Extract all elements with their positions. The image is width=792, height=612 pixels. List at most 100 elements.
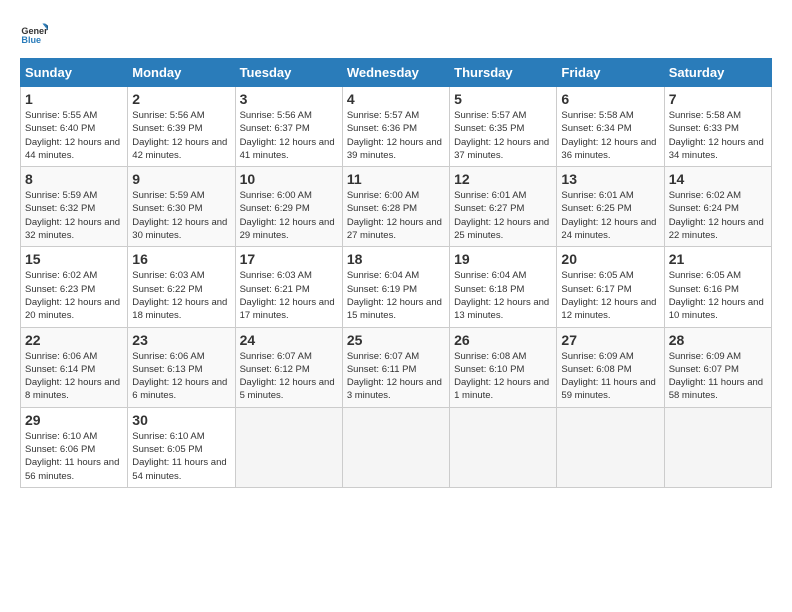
calendar-cell — [557, 407, 664, 487]
cell-content: Sunrise: 6:06 AM Sunset: 6:14 PM Dayligh… — [25, 350, 123, 403]
sunset-label: Sunset: 6:19 PM — [347, 284, 417, 295]
daylight-label: Daylight: 12 hours and 29 minutes. — [240, 217, 335, 241]
sunrise-label: Sunrise: 6:04 AM — [347, 270, 419, 281]
cell-content: Sunrise: 5:58 AM Sunset: 6:33 PM Dayligh… — [669, 109, 767, 162]
daylight-label: Daylight: 12 hours and 10 minutes. — [669, 297, 764, 321]
cell-content: Sunrise: 6:09 AM Sunset: 6:07 PM Dayligh… — [669, 350, 767, 403]
day-number: 7 — [669, 91, 767, 107]
daylight-label: Daylight: 12 hours and 27 minutes. — [347, 217, 442, 241]
sunset-label: Sunset: 6:23 PM — [25, 284, 95, 295]
daylight-label: Daylight: 11 hours and 56 minutes. — [25, 457, 119, 481]
sunset-label: Sunset: 6:25 PM — [561, 203, 631, 214]
calendar-cell — [664, 407, 771, 487]
sunrise-label: Sunrise: 5:57 AM — [454, 110, 526, 121]
sunset-label: Sunset: 6:22 PM — [132, 284, 202, 295]
cell-content: Sunrise: 5:56 AM Sunset: 6:37 PM Dayligh… — [240, 109, 338, 162]
sunset-label: Sunset: 6:12 PM — [240, 364, 310, 375]
day-number: 15 — [25, 251, 123, 267]
calendar-cell: 28 Sunrise: 6:09 AM Sunset: 6:07 PM Dayl… — [664, 327, 771, 407]
sunrise-label: Sunrise: 6:06 AM — [132, 351, 204, 362]
sunset-label: Sunset: 6:40 PM — [25, 123, 95, 134]
cell-content: Sunrise: 6:07 AM Sunset: 6:11 PM Dayligh… — [347, 350, 445, 403]
cell-content: Sunrise: 6:08 AM Sunset: 6:10 PM Dayligh… — [454, 350, 552, 403]
sunset-label: Sunset: 6:37 PM — [240, 123, 310, 134]
day-number: 2 — [132, 91, 230, 107]
calendar-cell: 24 Sunrise: 6:07 AM Sunset: 6:12 PM Dayl… — [235, 327, 342, 407]
sunset-label: Sunset: 6:29 PM — [240, 203, 310, 214]
sunrise-label: Sunrise: 6:04 AM — [454, 270, 526, 281]
calendar-cell: 10 Sunrise: 6:00 AM Sunset: 6:29 PM Dayl… — [235, 167, 342, 247]
sunset-label: Sunset: 6:24 PM — [669, 203, 739, 214]
cell-content: Sunrise: 6:06 AM Sunset: 6:13 PM Dayligh… — [132, 350, 230, 403]
cell-content: Sunrise: 6:00 AM Sunset: 6:28 PM Dayligh… — [347, 189, 445, 242]
daylight-label: Daylight: 12 hours and 13 minutes. — [454, 297, 549, 321]
sunrise-label: Sunrise: 6:08 AM — [454, 351, 526, 362]
sunrise-label: Sunrise: 5:59 AM — [132, 190, 204, 201]
cell-content: Sunrise: 6:05 AM Sunset: 6:17 PM Dayligh… — [561, 269, 659, 322]
sunset-label: Sunset: 6:13 PM — [132, 364, 202, 375]
calendar-table: SundayMondayTuesdayWednesdayThursdayFrid… — [20, 58, 772, 488]
daylight-label: Daylight: 12 hours and 8 minutes. — [25, 377, 120, 401]
sunrise-label: Sunrise: 5:58 AM — [561, 110, 633, 121]
calendar-cell: 5 Sunrise: 5:57 AM Sunset: 6:35 PM Dayli… — [450, 87, 557, 167]
calendar-cell: 14 Sunrise: 6:02 AM Sunset: 6:24 PM Dayl… — [664, 167, 771, 247]
calendar-cell: 19 Sunrise: 6:04 AM Sunset: 6:18 PM Dayl… — [450, 247, 557, 327]
logo: General Blue — [20, 20, 48, 48]
daylight-label: Daylight: 11 hours and 54 minutes. — [132, 457, 226, 481]
cell-content: Sunrise: 6:01 AM Sunset: 6:25 PM Dayligh… — [561, 189, 659, 242]
sunset-label: Sunset: 6:05 PM — [132, 444, 202, 455]
cell-content: Sunrise: 6:02 AM Sunset: 6:23 PM Dayligh… — [25, 269, 123, 322]
daylight-label: Daylight: 12 hours and 1 minute. — [454, 377, 549, 401]
calendar-cell: 16 Sunrise: 6:03 AM Sunset: 6:22 PM Dayl… — [128, 247, 235, 327]
sunrise-label: Sunrise: 6:02 AM — [25, 270, 97, 281]
calendar-cell: 7 Sunrise: 5:58 AM Sunset: 6:33 PM Dayli… — [664, 87, 771, 167]
calendar-cell: 13 Sunrise: 6:01 AM Sunset: 6:25 PM Dayl… — [557, 167, 664, 247]
svg-text:Blue: Blue — [21, 35, 41, 45]
calendar-cell — [235, 407, 342, 487]
calendar-week-row: 22 Sunrise: 6:06 AM Sunset: 6:14 PM Dayl… — [21, 327, 772, 407]
cell-content: Sunrise: 6:03 AM Sunset: 6:21 PM Dayligh… — [240, 269, 338, 322]
calendar-cell: 9 Sunrise: 5:59 AM Sunset: 6:30 PM Dayli… — [128, 167, 235, 247]
day-number: 23 — [132, 332, 230, 348]
sunrise-label: Sunrise: 6:02 AM — [669, 190, 741, 201]
sunset-label: Sunset: 6:36 PM — [347, 123, 417, 134]
cell-content: Sunrise: 5:57 AM Sunset: 6:35 PM Dayligh… — [454, 109, 552, 162]
day-number: 21 — [669, 251, 767, 267]
calendar-cell: 11 Sunrise: 6:00 AM Sunset: 6:28 PM Dayl… — [342, 167, 449, 247]
sunrise-label: Sunrise: 6:03 AM — [132, 270, 204, 281]
sunrise-label: Sunrise: 6:09 AM — [561, 351, 633, 362]
sunset-label: Sunset: 6:32 PM — [25, 203, 95, 214]
day-number: 1 — [25, 91, 123, 107]
sunrise-label: Sunrise: 6:00 AM — [240, 190, 312, 201]
sunset-label: Sunset: 6:30 PM — [132, 203, 202, 214]
cell-content: Sunrise: 5:58 AM Sunset: 6:34 PM Dayligh… — [561, 109, 659, 162]
calendar-cell: 6 Sunrise: 5:58 AM Sunset: 6:34 PM Dayli… — [557, 87, 664, 167]
calendar-cell: 15 Sunrise: 6:02 AM Sunset: 6:23 PM Dayl… — [21, 247, 128, 327]
weekday-header-monday: Monday — [128, 59, 235, 87]
day-number: 22 — [25, 332, 123, 348]
day-number: 20 — [561, 251, 659, 267]
calendar-cell: 21 Sunrise: 6:05 AM Sunset: 6:16 PM Dayl… — [664, 247, 771, 327]
daylight-label: Daylight: 12 hours and 32 minutes. — [25, 217, 120, 241]
daylight-label: Daylight: 11 hours and 58 minutes. — [669, 377, 763, 401]
sunset-label: Sunset: 6:17 PM — [561, 284, 631, 295]
day-number: 9 — [132, 171, 230, 187]
sunset-label: Sunset: 6:18 PM — [454, 284, 524, 295]
daylight-label: Daylight: 12 hours and 24 minutes. — [561, 217, 656, 241]
cell-content: Sunrise: 6:07 AM Sunset: 6:12 PM Dayligh… — [240, 350, 338, 403]
day-number: 6 — [561, 91, 659, 107]
sunrise-label: Sunrise: 6:10 AM — [25, 431, 97, 442]
cell-content: Sunrise: 6:04 AM Sunset: 6:19 PM Dayligh… — [347, 269, 445, 322]
day-number: 11 — [347, 171, 445, 187]
sunset-label: Sunset: 6:34 PM — [561, 123, 631, 134]
calendar-week-row: 8 Sunrise: 5:59 AM Sunset: 6:32 PM Dayli… — [21, 167, 772, 247]
daylight-label: Daylight: 12 hours and 36 minutes. — [561, 137, 656, 161]
sunset-label: Sunset: 6:39 PM — [132, 123, 202, 134]
daylight-label: Daylight: 12 hours and 44 minutes. — [25, 137, 120, 161]
day-number: 10 — [240, 171, 338, 187]
day-number: 5 — [454, 91, 552, 107]
cell-content: Sunrise: 6:02 AM Sunset: 6:24 PM Dayligh… — [669, 189, 767, 242]
sunrise-label: Sunrise: 6:07 AM — [240, 351, 312, 362]
day-number: 27 — [561, 332, 659, 348]
calendar-cell: 23 Sunrise: 6:06 AM Sunset: 6:13 PM Dayl… — [128, 327, 235, 407]
